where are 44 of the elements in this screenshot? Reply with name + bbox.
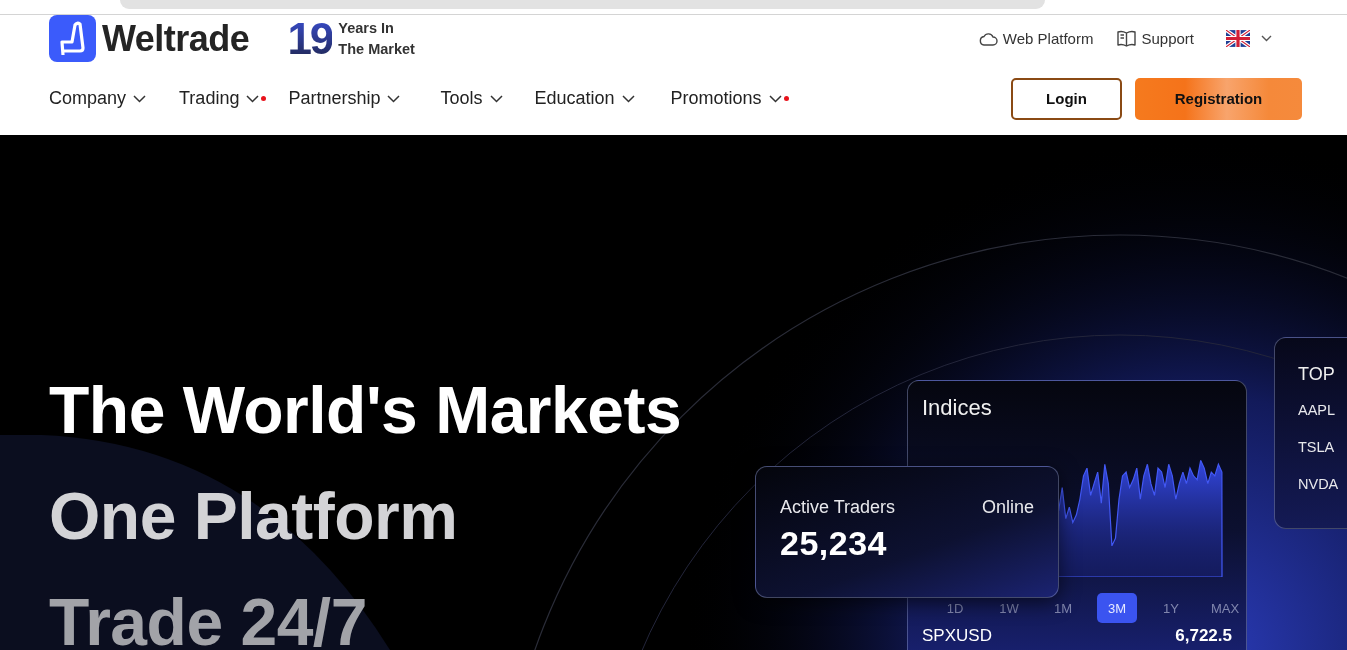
card-label: Active Traders (780, 497, 896, 518)
logo-icon[interactable] (49, 15, 96, 62)
language-selector[interactable] (1226, 30, 1272, 47)
book-icon (1117, 30, 1137, 47)
symbol-label: TSLA (1298, 439, 1336, 457)
top-link[interactable]: Support (1117, 30, 1194, 47)
price-value: 6,722.5 (1175, 626, 1232, 646)
card-title: TOP (1298, 364, 1336, 385)
nav-menu-item[interactable]: Partnership (288, 88, 401, 109)
hero-headline: Trade 24/7 (49, 584, 368, 650)
nav-menu-item[interactable]: Company (49, 88, 147, 109)
nav-menu-item[interactable]: Tools (440, 88, 503, 109)
chevron-down-icon (1261, 35, 1272, 42)
hero-headline: The World's Markets (49, 372, 682, 449)
timeframe-tab[interactable]: 1Y (1144, 600, 1198, 616)
trader-count: 25,234 (780, 524, 888, 563)
hero-headline: One Platform (49, 478, 459, 555)
flag-icon (1226, 30, 1250, 47)
years-label: The Market (338, 39, 415, 59)
symbol-label: AAPL (1298, 402, 1337, 420)
status-label: Online (981, 497, 1034, 518)
nav-menu-item[interactable]: Promotions (670, 88, 789, 109)
timeframe-tab[interactable]: MAX (1198, 600, 1252, 616)
chevron-down-icon (246, 94, 260, 103)
chevron-down-icon (621, 94, 635, 103)
symbol-label: SPXUSD (922, 626, 992, 646)
years-label: Years In (338, 18, 395, 38)
symbol-label: NVDA (1298, 476, 1340, 494)
chevron-down-icon (133, 94, 147, 103)
chevron-down-icon (387, 94, 401, 103)
registration-button[interactable]: Registration (1135, 77, 1302, 120)
login-button[interactable]: Login (1011, 77, 1122, 120)
chevron-down-icon (489, 94, 503, 103)
timeframe-tab[interactable]: 3M (1097, 593, 1137, 623)
chevron-down-icon (768, 94, 782, 103)
timeframe-tab[interactable]: 1M (1036, 600, 1090, 616)
timeframe-tab[interactable]: 1W (982, 600, 1036, 616)
card-title: Indices (922, 395, 993, 421)
cloud-icon (978, 31, 998, 46)
nav-menu-item[interactable]: Education (534, 88, 635, 109)
top-link[interactable]: Web Platform (978, 30, 1094, 47)
timeframe-tab[interactable]: 1D (928, 600, 982, 616)
nav-menu-item[interactable]: Trading (179, 88, 267, 109)
logo-text[interactable]: Weltrade (102, 17, 250, 60)
